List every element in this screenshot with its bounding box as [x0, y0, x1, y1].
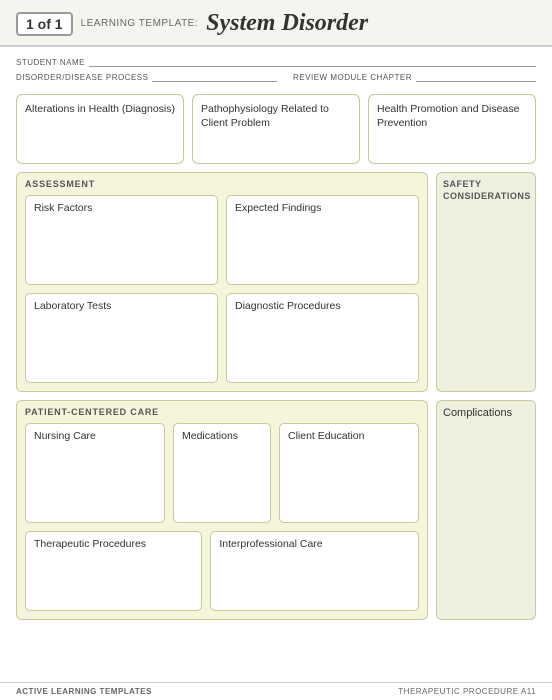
- student-name-line: [89, 55, 536, 67]
- interprofessional-care-card: Interprofessional Care: [210, 531, 419, 611]
- safety-panel: SAFETYCONSIDERATIONS: [436, 172, 536, 392]
- footer-right: THERAPEUTIC PROCEDURE A11: [398, 687, 536, 696]
- top-cards-section: Alterations in Health (Diagnosis) Pathop…: [0, 86, 552, 172]
- patient-wrapper: PATIENT-CENTERED CARE Nursing Care Medic…: [16, 400, 536, 620]
- medications-card: Medications: [173, 423, 271, 523]
- nursing-care-label: Nursing Care: [34, 430, 96, 442]
- expected-findings-card: Expected Findings: [226, 195, 419, 285]
- client-education-card: Client Education: [279, 423, 419, 523]
- assessment-wrapper: ASSESSMENT Risk Factors Expected Finding…: [16, 172, 536, 392]
- complications-label: Complications: [443, 407, 529, 419]
- meta-fields: STUDENT NAME DISORDER/DISEASE PROCESS RE…: [0, 47, 552, 86]
- top-card-0: Alterations in Health (Diagnosis): [16, 94, 184, 164]
- expected-findings-label: Expected Findings: [235, 202, 321, 214]
- interprofessional-care-label: Interprofessional Care: [219, 538, 322, 550]
- top-card-label-2: Health Promotion and Disease Prevention: [377, 103, 519, 129]
- review-line: [416, 70, 536, 82]
- disorder-row: DISORDER/DISEASE PROCESS REVIEW MODULE C…: [16, 70, 536, 82]
- patient-care-section: PATIENT-CENTERED CARE Nursing Care Medic…: [16, 400, 428, 620]
- therapeutic-procedures-card: Therapeutic Procedures: [25, 531, 202, 611]
- review-label: REVIEW MODULE CHAPTER: [293, 73, 412, 82]
- disorder-label: DISORDER/DISEASE PROCESS: [16, 73, 148, 82]
- top-card-label-1: Pathophysiology Related to Client Proble…: [201, 103, 329, 129]
- diagnostic-procedures-label: Diagnostic Procedures: [235, 300, 341, 312]
- nursing-care-card: Nursing Care: [25, 423, 165, 523]
- footer-left: ACTIVE LEARNING TEMPLATES: [16, 687, 152, 696]
- client-education-label: Client Education: [288, 430, 364, 442]
- risk-factors-label: Risk Factors: [34, 202, 92, 214]
- assessment-grid: Risk Factors Expected Findings Laborator…: [25, 195, 419, 383]
- assessment-label: ASSESSMENT: [25, 179, 419, 189]
- patient-top-row: Nursing Care Medications Client Educatio…: [25, 423, 419, 523]
- student-name-label: STUDENT NAME: [16, 58, 85, 67]
- laboratory-tests-card: Laboratory Tests: [25, 293, 218, 383]
- template-title: System Disorder: [206, 10, 368, 37]
- patient-bottom-row: Therapeutic Procedures Interprofessional…: [25, 531, 419, 611]
- safety-label: SAFETYCONSIDERATIONS: [443, 179, 529, 202]
- patient-care-label: PATIENT-CENTERED CARE: [25, 407, 419, 417]
- therapeutic-procedures-label: Therapeutic Procedures: [34, 538, 146, 550]
- student-name-row: STUDENT NAME: [16, 55, 536, 67]
- top-card-1: Pathophysiology Related to Client Proble…: [192, 94, 360, 164]
- footer: ACTIVE LEARNING TEMPLATES THERAPEUTIC PR…: [0, 682, 552, 700]
- diagnostic-procedures-card: Diagnostic Procedures: [226, 293, 419, 383]
- template-label: LEARNING TEMPLATE:: [81, 18, 199, 29]
- medications-label: Medications: [182, 430, 238, 442]
- page-badge: 1 of 1: [16, 12, 73, 36]
- header: 1 of 1 LEARNING TEMPLATE: System Disorde…: [0, 0, 552, 47]
- complications-panel: Complications: [436, 400, 536, 620]
- laboratory-tests-label: Laboratory Tests: [34, 300, 111, 312]
- assessment-section: ASSESSMENT Risk Factors Expected Finding…: [16, 172, 428, 392]
- top-card-label-0: Alterations in Health (Diagnosis): [25, 103, 175, 115]
- disorder-line: [152, 70, 277, 82]
- risk-factors-card: Risk Factors: [25, 195, 218, 285]
- top-card-2: Health Promotion and Disease Prevention: [368, 94, 536, 164]
